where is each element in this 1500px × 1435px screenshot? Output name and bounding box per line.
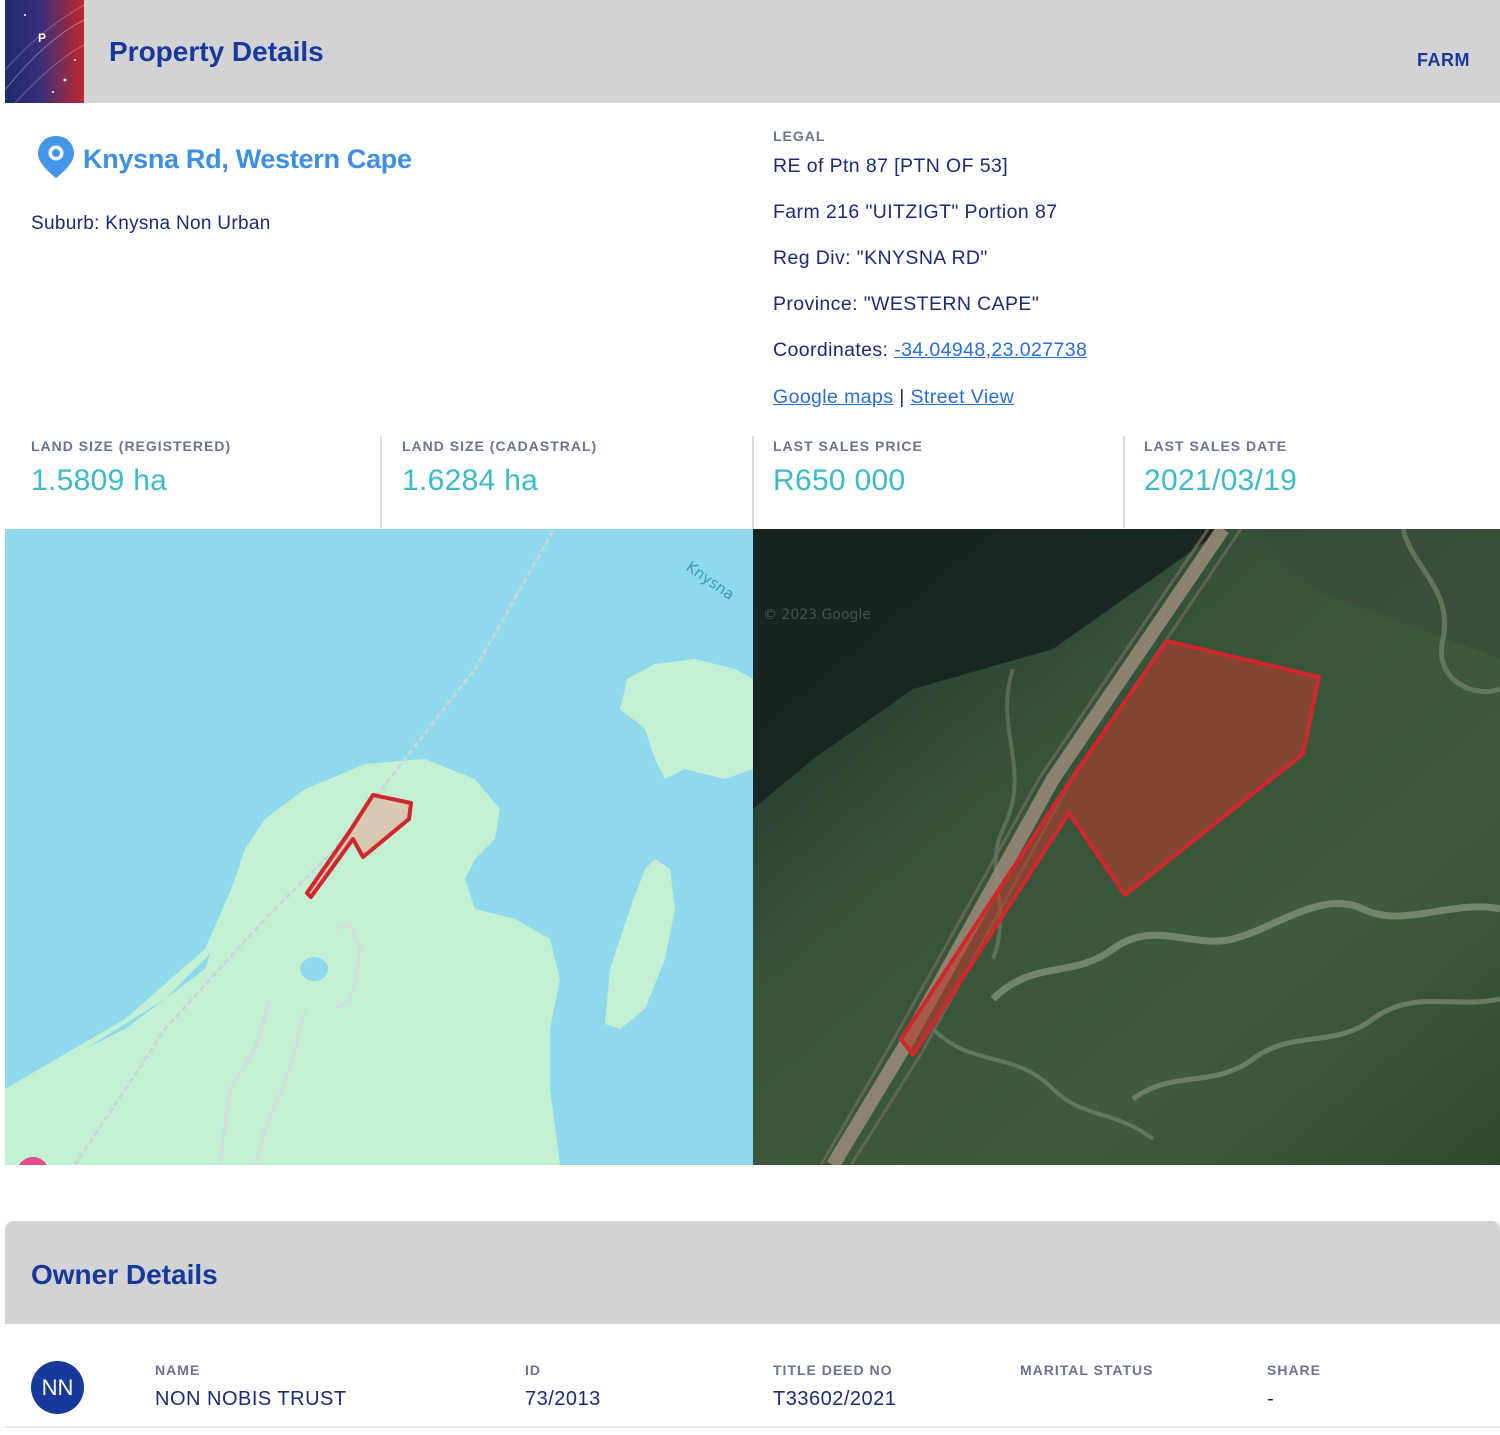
cadastral-map[interactable]: Knysna — [5, 529, 753, 1165]
owner-section-title: Owner Details — [31, 1259, 218, 1290]
owner-name-label: NAME — [155, 1362, 201, 1378]
coordinates-link[interactable]: -34.04948,23.027738 — [894, 339, 1087, 361]
stat-label: LAST SALES PRICE — [773, 438, 923, 454]
maps-section: Knysna © 2023 Google — [5, 529, 1500, 1165]
stat-value: R650 000 — [773, 464, 906, 497]
property-type-badge: FARM — [1417, 50, 1470, 70]
map-watermark: © 2023 Google — [763, 607, 871, 623]
title-deed-value: T33602/2021 — [773, 1388, 897, 1410]
stat-value: 2021/03/19 — [1144, 464, 1298, 497]
stat-value: 1.5809 ha — [31, 464, 168, 497]
property-address: Knysna Rd, Western Cape — [83, 144, 412, 174]
stat-land-size-registered: LAND SIZE (REGISTERED) 1.5809 ha — [5, 436, 376, 528]
page-title: Property Details — [109, 36, 324, 67]
stat-label: LAST SALES DATE — [1144, 438, 1288, 454]
google-maps-link[interactable]: Google maps — [773, 386, 893, 408]
map-water-label: Knysna — [683, 558, 738, 604]
legal-line: RE of Ptn 87 [PTN OF 53] — [773, 155, 1009, 177]
owner-id-value: 73/2013 — [525, 1388, 601, 1410]
owner-id-label: ID — [525, 1362, 541, 1378]
marital-status-label: MARITAL STATUS — [1020, 1362, 1154, 1378]
legal-section: LEGAL RE of Ptn 87 [PTN OF 53] Farm 216 … — [773, 128, 1087, 408]
stat-last-sales-price: LAST SALES PRICE R650 000 — [747, 436, 1118, 528]
stat-last-sales-date: LAST SALES DATE 2021/03/19 — [1118, 436, 1489, 528]
owner-row[interactable]: NN NAME NON NOBIS TRUST ID 73/2013 TITLE… — [5, 1324, 1500, 1428]
logo-letter: P — [38, 31, 47, 45]
link-separator: | — [899, 386, 905, 408]
legal-label: LEGAL — [773, 128, 826, 144]
logo-pattern-icon — [5, 4, 84, 103]
share-value: - — [1267, 1388, 1275, 1410]
street-view-link[interactable]: Street View — [911, 386, 1015, 408]
avatar: NN — [31, 1361, 84, 1414]
title-deed-label: TITLE DEED NO — [773, 1362, 893, 1378]
stat-land-size-cadastral: LAND SIZE (CADASTRAL) 1.6284 ha — [376, 436, 747, 528]
property-details-header: P Property Details FARM — [5, 0, 1500, 103]
legal-line: Province: "WESTERN CAPE" — [773, 293, 1040, 315]
share-col: SHARE - — [1267, 1362, 1321, 1411]
owner-name-value: NON NOBIS TRUST — [155, 1388, 347, 1410]
coordinates-row: Coordinates: -34.04948,23.027738 — [773, 339, 1087, 362]
satellite-map[interactable]: © 2023 Google — [753, 529, 1500, 1165]
coordinates-label: Coordinates: — [773, 339, 895, 361]
map-links-row: Google maps | Street View — [773, 386, 1014, 409]
suburb-text: Suburb: Knysna Non Urban — [31, 213, 271, 234]
owner-details-header: Owner Details — [5, 1221, 1500, 1324]
share-label: SHARE — [1267, 1362, 1322, 1378]
marital-status-col: MARITAL STATUS — [1020, 1362, 1154, 1388]
stat-label: LAND SIZE (REGISTERED) — [31, 438, 232, 454]
legal-line: Reg Div: "KNYSNA RD" — [773, 247, 988, 269]
stat-label: LAND SIZE (CADASTRAL) — [402, 438, 598, 454]
legal-line: Farm 216 "UITZIGT" Portion 87 — [773, 201, 1058, 223]
app-logo[interactable]: P — [5, 0, 84, 103]
cadastral-map-canvas: Knysna — [5, 530, 753, 1165]
stat-value: 1.6284 ha — [402, 464, 539, 497]
satellite-map-canvas: © 2023 Google — [753, 529, 1500, 1165]
location-pin-icon — [38, 136, 74, 178]
stats-row: LAND SIZE (REGISTERED) 1.5809 ha LAND SI… — [5, 436, 1500, 528]
owner-name-col: NAME NON NOBIS TRUST — [155, 1362, 347, 1411]
title-deed-col: TITLE DEED NO T33602/2021 — [773, 1362, 896, 1411]
owner-id-col: ID 73/2013 — [525, 1362, 601, 1411]
